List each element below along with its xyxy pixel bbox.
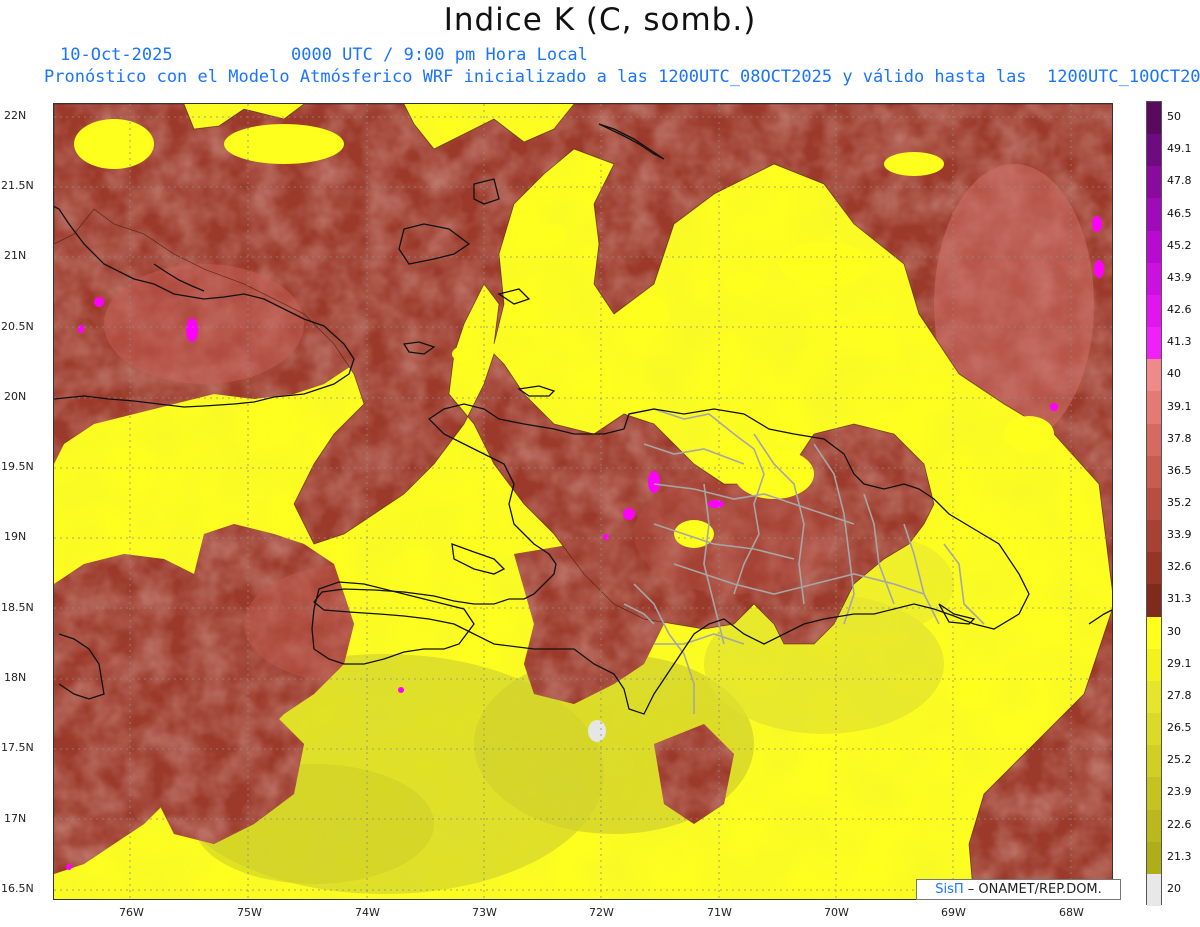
- lon-label-73w: 73W: [472, 906, 497, 919]
- lat-label-19-5n: 19.5N: [1, 460, 34, 473]
- colorbar-label: 25.2: [1167, 753, 1192, 767]
- forecast-date: 10-Oct-2025: [60, 45, 173, 65]
- colorbar-label: 39.1: [1167, 399, 1192, 413]
- lon-label-74w: 74W: [355, 906, 380, 919]
- colorbar-swatch: [1147, 102, 1161, 135]
- colorbar-label: 33.9: [1167, 528, 1192, 542]
- colorbar-swatch: [1147, 294, 1161, 328]
- colorbar-swatch: [1147, 841, 1161, 875]
- colorbar-swatch: [1147, 616, 1161, 650]
- colorbar-swatch: [1147, 262, 1161, 296]
- colorbar-label: 37.8: [1167, 431, 1192, 445]
- colorbar-label: 29.1: [1167, 656, 1192, 670]
- lat-label-17n: 17N: [4, 812, 27, 825]
- sispi-logo-text: SisΠ: [935, 882, 964, 897]
- lon-label-70w: 70W: [824, 906, 849, 919]
- forecast-description: Pronóstico con el Modelo Atmósferico WRF…: [44, 67, 1200, 87]
- colorbar-label: 22.6: [1167, 817, 1192, 831]
- colorbar-label: 26.5: [1167, 721, 1192, 735]
- k-index-field: [54, 104, 1112, 899]
- colorbar-label: 42.6: [1167, 303, 1192, 317]
- colorbar-label: 47.8: [1167, 174, 1192, 188]
- lon-label-68w: 68W: [1059, 906, 1084, 919]
- lat-label-22n: 22N: [4, 109, 27, 122]
- lat-label-18-5n: 18.5N: [1, 601, 34, 614]
- colorbar-label: 27.8: [1167, 688, 1192, 702]
- colorbar-label: 35.2: [1167, 496, 1192, 509]
- colorbar-label: 36.5: [1167, 463, 1192, 477]
- colorbar-swatch: [1147, 809, 1161, 843]
- colorbar-label: 21.3: [1167, 849, 1192, 863]
- colorbar-swatch: [1147, 327, 1161, 360]
- credit-box: SisΠ – ONAMET/REP.DOM.: [916, 879, 1121, 900]
- map-title: Indice K (C, somb.): [443, 2, 757, 38]
- colorbar-swatch: [1147, 745, 1161, 778]
- credit-org: – ONAMET/REP.DOM.: [967, 882, 1102, 897]
- colorbar-swatch: [1147, 134, 1161, 167]
- colorbar-swatch: [1147, 552, 1161, 585]
- lat-label-19n: 19N: [4, 530, 27, 543]
- colorbar-swatch: [1147, 680, 1161, 714]
- colorbar-label: 46.5: [1167, 206, 1192, 220]
- colorbar-label: 43.9: [1167, 270, 1192, 284]
- colorbar-swatch: [1147, 359, 1161, 392]
- valid-time: 0000 UTC / 9:00 pm Hora Local: [291, 45, 588, 65]
- colorbar-swatch: [1147, 230, 1161, 264]
- lat-label-21n: 21N: [4, 249, 27, 262]
- lat-label-20n: 20N: [4, 390, 27, 403]
- colorbar-swatch: [1147, 423, 1161, 457]
- colorbar-swatch: [1147, 713, 1161, 746]
- map-panel: [53, 103, 1113, 900]
- colorbar-label: 50: [1167, 110, 1181, 124]
- colorbar-swatch: [1147, 584, 1161, 618]
- lat-label-20-5n: 20.5N: [1, 320, 34, 333]
- colorbar-label: 49.1: [1167, 142, 1192, 156]
- colorbar-swatch: [1147, 198, 1161, 232]
- lat-label-16-5n: 16.5N: [1, 882, 34, 895]
- colorbar-swatch: [1147, 391, 1161, 425]
- colorbar-label: 40: [1167, 367, 1181, 381]
- lat-label-21-5n: 21.5N: [1, 179, 34, 192]
- colorbar-label: 32.6: [1167, 560, 1192, 574]
- lon-label-76w: 76W: [119, 906, 144, 919]
- colorbar-label: 41.3: [1167, 335, 1192, 349]
- lat-label-18n: 18N: [4, 671, 27, 684]
- colorbar-label: 45.2: [1167, 238, 1192, 252]
- colorbar-swatch: [1147, 520, 1161, 553]
- colorbar-swatch: [1147, 873, 1161, 907]
- lon-label-69w: 69W: [941, 906, 966, 919]
- colorbar: [1146, 101, 1162, 907]
- lat-label-17-5n: 17.5N: [1, 741, 34, 754]
- colorbar-swatch: [1147, 648, 1161, 682]
- colorbar-label: 20: [1167, 881, 1181, 895]
- colorbar-label: 23.9: [1167, 785, 1192, 799]
- colorbar-swatch: [1147, 455, 1161, 489]
- lon-label-71w: 71W: [707, 906, 732, 919]
- lon-label-75w: 75W: [237, 906, 262, 919]
- colorbar-label: 31.3: [1167, 592, 1192, 606]
- lon-label-72w: 72W: [589, 906, 614, 919]
- colorbar-swatch: [1147, 777, 1161, 811]
- colorbar-swatch: [1147, 487, 1161, 521]
- colorbar-label: 30: [1167, 624, 1181, 638]
- colorbar-swatch: [1147, 166, 1161, 199]
